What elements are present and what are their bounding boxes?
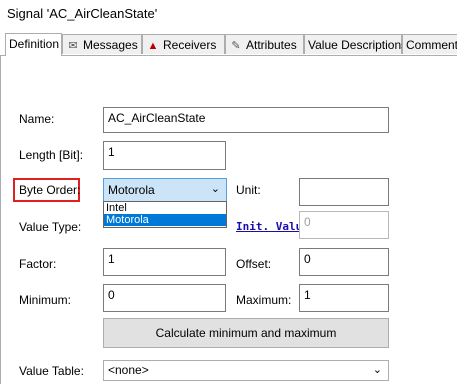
byte-order-value: Motorola: [108, 183, 155, 197]
receiver-icon: ▲: [147, 40, 159, 52]
offset-field[interactable]: 0: [299, 248, 389, 276]
maximum-field[interactable]: 1: [299, 284, 389, 312]
envelope-icon: ✉: [68, 40, 78, 52]
init-value-label[interactable]: Init. Value: [236, 220, 309, 233]
tab-attributes-label: Attributes: [246, 38, 297, 52]
pencil-icon: ✎: [231, 40, 241, 52]
byte-order-select[interactable]: Motorola ⌄: [103, 178, 227, 202]
tab-value-descriptions-label: Value Descriptions: [308, 38, 408, 52]
calculate-min-max-button[interactable]: Calculate minimum and maximum: [103, 318, 389, 348]
name-field[interactable]: AC_AirCleanState: [103, 107, 389, 133]
unit-label: Unit:: [236, 183, 261, 197]
tab-messages-label: Messages: [83, 38, 138, 52]
maximum-label: Maximum:: [236, 293, 292, 307]
minimum-label: Minimum:: [19, 293, 72, 307]
tab-definition-label: Definition: [9, 37, 60, 51]
byte-order-label: Byte Order:: [19, 183, 81, 197]
name-label: Name:: [19, 112, 55, 126]
minimum-field[interactable]: 0: [103, 284, 226, 312]
value-table-label: Value Table:: [19, 364, 84, 378]
tab-bar: Definition ✉ Messages ▲ Receivers ✎ Attribu…: [0, 33, 457, 56]
value-table-select[interactable]: <none> ⌄: [103, 360, 389, 381]
tab-receivers[interactable]: ▲ Receivers: [142, 34, 225, 54]
tab-value-descriptions[interactable]: Value Descriptions: [304, 34, 407, 54]
tab-messages[interactable]: ✉ Messages: [62, 34, 142, 54]
tab-attributes[interactable]: ✎ Attributes: [225, 34, 304, 54]
byte-order-dropdown: Intel Motorola: [103, 201, 227, 228]
tab-definition[interactable]: Definition: [5, 33, 62, 56]
chevron-down-icon: ⌄: [210, 183, 220, 195]
dropdown-option-motorola[interactable]: Motorola: [104, 214, 226, 226]
factor-label: Factor:: [19, 257, 57, 271]
factor-field[interactable]: 1: [103, 248, 226, 276]
chevron-down-icon: ⌄: [372, 364, 382, 376]
value-table-value: <none>: [108, 363, 149, 377]
tab-comment-label: Comment: [406, 38, 457, 52]
tab-comment[interactable]: Comment: [402, 34, 457, 54]
length-label: Length [Bit]:: [19, 148, 84, 162]
length-field[interactable]: 1: [103, 141, 226, 170]
init-value-field[interactable]: 0: [299, 211, 389, 239]
dropdown-option-intel[interactable]: Intel: [104, 202, 226, 214]
value-type-label: Value Type:: [19, 220, 82, 234]
window-title: Signal 'AC_AirCleanState': [7, 6, 158, 21]
offset-label: Offset:: [236, 257, 272, 271]
unit-field[interactable]: [299, 178, 389, 206]
tab-receivers-label: Receivers: [163, 38, 217, 52]
